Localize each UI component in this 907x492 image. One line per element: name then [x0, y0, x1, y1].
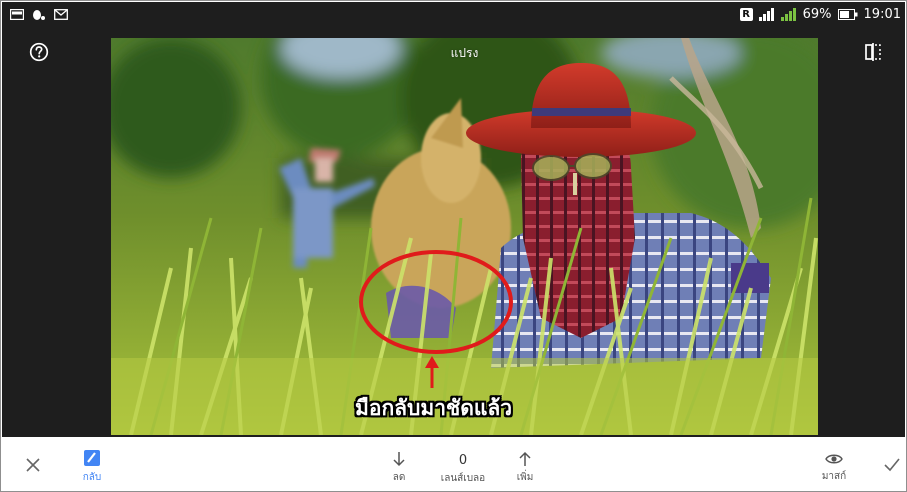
- photo-preview[interactable]: แปรง มือกลับมาชัดแล้ว: [111, 38, 818, 435]
- annotation-caption: มือกลับมาชัดแล้ว: [355, 396, 513, 420]
- eye-icon: [825, 454, 843, 464]
- signal-icon-sim1: [758, 7, 774, 21]
- mask-label: มาสก์: [821, 471, 847, 482]
- battery-percent: 69%: [802, 6, 832, 22]
- app-window: R 69% 19:01 แปรง มือกลับมาชัดแล้ว กลับ ล…: [0, 0, 907, 492]
- effect-name-label: เลนส์เบลอ: [440, 472, 486, 484]
- apply-button[interactable]: [878, 450, 906, 480]
- brush-back-icon: [84, 450, 100, 466]
- effect-value-display: 0 เลนส์เบลอ: [430, 452, 496, 486]
- increase-button[interactable]: เพิ่ม: [510, 448, 540, 488]
- editor-canvas-area: R 69% 19:01 แปรง มือกลับมาชัดแล้ว: [2, 2, 905, 437]
- help-button[interactable]: [29, 42, 49, 62]
- compare-icon: [865, 43, 881, 61]
- arrow-down-icon: [393, 452, 405, 467]
- app-notification-icon: [33, 9, 45, 20]
- roaming-badge: R: [739, 7, 753, 21]
- status-bar: R 69% 19:01: [2, 2, 905, 26]
- brush-back-button[interactable]: กลับ: [72, 446, 112, 488]
- decrease-label: ลด: [392, 472, 406, 483]
- clock: 19:01: [863, 6, 901, 22]
- battery-icon: [837, 8, 858, 20]
- arrow-up-icon: [519, 451, 531, 466]
- gallery-notification-icon: [10, 8, 24, 20]
- mask-button[interactable]: มาสก์: [814, 448, 854, 488]
- compare-button[interactable]: [863, 42, 883, 62]
- scarecrow-photo: [111, 38, 818, 435]
- effect-value: 0: [458, 452, 468, 468]
- bottom-toolbar: กลับ ลด 0 เลนส์เบลอ เพิ่ม มาสก์: [2, 438, 905, 491]
- checkmark-icon: [884, 458, 900, 472]
- close-icon: [26, 458, 40, 472]
- mail-icon: [54, 8, 68, 20]
- tool-title: แปรง: [450, 46, 479, 60]
- decrease-button[interactable]: ลด: [384, 448, 414, 488]
- signal-icon-sim2: [780, 7, 796, 21]
- increase-label: เพิ่ม: [516, 472, 534, 483]
- brush-back-label: กลับ: [82, 472, 102, 483]
- cancel-button[interactable]: [18, 450, 48, 480]
- help-icon: [29, 42, 49, 62]
